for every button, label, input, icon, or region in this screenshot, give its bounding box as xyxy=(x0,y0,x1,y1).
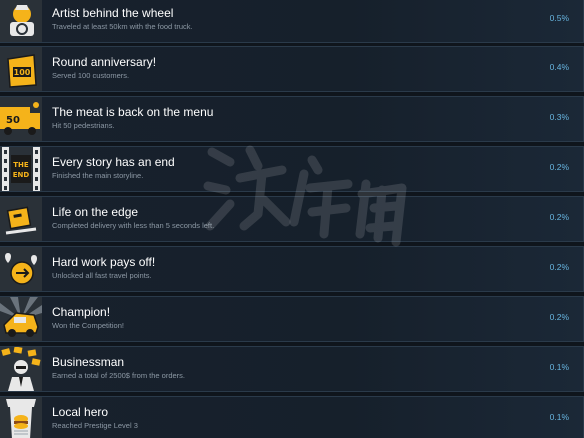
achievement-row[interactable]: 50 The meat is back on the menu Hit 50 p… xyxy=(0,96,584,142)
icon-label: END xyxy=(13,171,30,179)
achievement-percent: 0.2% xyxy=(549,312,569,322)
achievement-row[interactable]: 100 Round anniversary! Served 100 custom… xyxy=(0,46,584,92)
businessman-icon xyxy=(0,347,42,391)
achievement-percent: 0.3% xyxy=(549,112,569,122)
achievement-percent: 0.1% xyxy=(549,362,569,372)
achievement-description: Reached Prestige Level 3 xyxy=(52,421,138,430)
achievement-description: Finished the main storyline. xyxy=(52,171,144,180)
travel-points-icon xyxy=(0,247,42,291)
achievement-row[interactable]: Life on the edge Completed delivery with… xyxy=(0,196,584,242)
achievement-percent: 0.2% xyxy=(549,162,569,172)
achievement-title: Artist behind the wheel xyxy=(52,6,174,20)
achievement-description: Won the Competition! xyxy=(52,321,124,330)
achievement-row[interactable]: THE END Every story has an end Finished … xyxy=(0,146,584,192)
achievement-row[interactable]: Businessman Earned a total of 2500$ from… xyxy=(0,346,584,392)
achievement-row[interactable]: Artist behind the wheel Traveled at leas… xyxy=(0,0,584,43)
local-hero-icon xyxy=(0,397,42,438)
achievement-percent: 0.1% xyxy=(549,412,569,422)
achievement-percent: 0.5% xyxy=(549,13,569,23)
achievement-row[interactable]: Champion! Won the Competition! 0.2% xyxy=(0,296,584,342)
truck-fifty-icon: 50 xyxy=(0,97,42,141)
achievement-title: The meat is back on the menu xyxy=(52,105,214,119)
icon-label: 50 xyxy=(6,115,20,126)
champion-truck-icon xyxy=(0,297,42,341)
delivery-box-icon xyxy=(0,197,42,241)
achievement-description: Completed delivery with less than 5 seco… xyxy=(52,221,215,230)
achievement-description: Earned a total of 2500$ from the orders. xyxy=(52,371,185,380)
achievement-title: Every story has an end xyxy=(52,155,175,169)
hundred-bag-icon: 100 xyxy=(0,47,42,91)
artist-wheel-icon xyxy=(0,0,42,42)
icon-label: THE xyxy=(13,161,29,169)
achievement-list: Artist behind the wheel Traveled at leas… xyxy=(0,0,584,438)
achievement-title: Local hero xyxy=(52,405,109,419)
achievement-percent: 0.2% xyxy=(549,212,569,222)
achievement-percent: 0.2% xyxy=(549,262,569,272)
achievement-title: Life on the edge xyxy=(52,205,139,219)
achievement-description: Unlocked all fast travel points. xyxy=(52,271,152,280)
achievement-title: Hard work pays off! xyxy=(52,255,156,269)
achievement-row[interactable]: Hard work pays off! Unlocked all fast tr… xyxy=(0,246,584,292)
icon-label: 100 xyxy=(14,68,31,77)
achievement-description: Traveled at least 50km with the food tru… xyxy=(52,22,193,31)
achievement-title: Businessman xyxy=(52,355,125,369)
achievement-percent: 0.4% xyxy=(549,62,569,72)
achievement-title: Round anniversary! xyxy=(52,55,157,69)
achievement-row[interactable]: Local hero Reached Prestige Level 3 0.1% xyxy=(0,396,584,438)
achievement-description: Served 100 customers. xyxy=(52,71,130,80)
achievement-description: Hit 50 pedestrians. xyxy=(52,121,115,130)
achievement-title: Champion! xyxy=(52,305,111,319)
the-end-film-icon: THE END xyxy=(0,147,42,191)
